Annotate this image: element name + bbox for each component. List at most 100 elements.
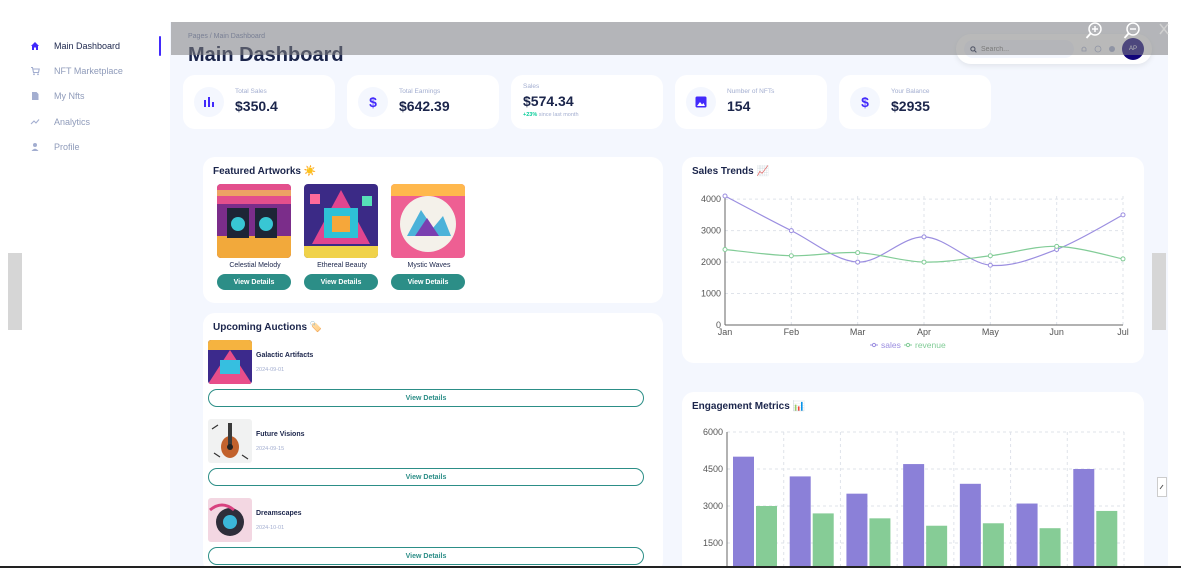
sidebar-item-my-nfts[interactable]: My Nfts: [28, 89, 85, 103]
y-tick-label: 1500: [703, 538, 723, 548]
panel-title: Upcoming Auctions 🏷️: [213, 322, 323, 333]
bottom-bar: [0, 566, 1181, 580]
auction-image[interactable]: [208, 498, 252, 542]
bar: [982, 523, 1004, 566]
bar: [846, 493, 868, 566]
x-tick-label: Apr: [917, 327, 931, 337]
artwork-image[interactable]: [217, 184, 291, 258]
search-field[interactable]: [964, 40, 1074, 58]
y-tick-label: 2000: [701, 257, 721, 267]
bar: [789, 476, 811, 566]
artwork-image[interactable]: [391, 184, 465, 258]
artwork-image[interactable]: [304, 184, 378, 258]
data-point-revenue: [855, 250, 861, 256]
artwork-name: Mystic Waves: [407, 262, 451, 269]
bar: [1073, 469, 1095, 566]
engagement-metrics-chart: 01500300045006000Mystic DawnQuantum Leap…: [703, 427, 1125, 566]
stat-value: $350.4: [235, 98, 278, 114]
view-details-button[interactable]: View Details: [208, 468, 644, 486]
bar: [756, 506, 777, 566]
artwork-card: Mystic Waves View Details: [391, 184, 467, 290]
auction-image[interactable]: [208, 340, 252, 384]
cart-icon: [28, 64, 42, 78]
search-icon: [970, 45, 977, 53]
legend-label: sales: [881, 340, 901, 350]
y-tick-label: 1000: [701, 289, 721, 299]
data-point-sales: [1120, 212, 1126, 218]
view-details-button[interactable]: View Details: [208, 547, 644, 565]
bar: [959, 483, 981, 566]
sidebar: Main Dashboard NFT Marketplace My Nfts A…: [8, 22, 170, 566]
artwork-name: Ethereal Beauty: [317, 262, 367, 269]
window-top-bar: [0, 0, 1181, 22]
data-point-revenue: [1120, 256, 1126, 262]
sales-trends-chart: 01000200030004000Jan Feb Mar Apr May Jun Julsa…: [701, 193, 1129, 350]
data-point-sales: [788, 228, 794, 234]
file-icon: [28, 89, 42, 103]
svg-text:$: $: [369, 95, 377, 109]
zoom-out-icon[interactable]: [1123, 22, 1141, 45]
scroll-handle-left[interactable]: [8, 253, 22, 330]
data-point-sales: [855, 259, 861, 265]
featured-artworks-panel: Featured Artworks ☀️ Celestial Melody Vi…: [203, 157, 663, 303]
stat-change-value: +23%: [523, 112, 538, 118]
dollar-icon: $: [850, 87, 880, 117]
bar: [869, 518, 891, 566]
view-details-button[interactable]: View Details: [304, 274, 378, 290]
trend-icon: [28, 115, 42, 129]
dashboard-app: Main Dashboard NFT Marketplace My Nfts A…: [8, 22, 1168, 566]
info-icon[interactable]: [1093, 45, 1102, 54]
auction-name: Dreamscapes: [256, 510, 302, 517]
sidebar-item-main-dashboard[interactable]: Main Dashboard: [28, 39, 120, 53]
svg-text:$: $: [861, 95, 869, 109]
view-details-button[interactable]: View Details: [208, 389, 644, 407]
y-tick-label: 3000: [701, 226, 721, 236]
sidebar-item-analytics[interactable]: Analytics: [28, 115, 90, 129]
main-content: Pages / Main Dashboard Main Dashboard Se…: [171, 22, 1168, 566]
stat-value: 154: [727, 98, 751, 114]
y-tick-label: 4500: [703, 464, 723, 474]
expand-handle-icon[interactable]: [1157, 477, 1167, 502]
legend-marker: [871, 342, 877, 348]
search-input[interactable]: [981, 45, 1061, 53]
sidebar-item-nft-marketplace[interactable]: NFT Marketplace: [28, 64, 123, 78]
stat-label: Total Sales: [235, 88, 267, 95]
legend-marker: [905, 342, 911, 348]
bar: [1016, 503, 1038, 566]
auction-image[interactable]: [208, 419, 252, 463]
stat-label: Your Balance: [891, 88, 930, 95]
image-icon: [686, 87, 716, 117]
home-icon: [28, 39, 42, 53]
zoom-in-icon[interactable]: [1085, 22, 1103, 45]
stat-value: $2935: [891, 98, 930, 114]
auction-name: Galactic Artifacts: [256, 352, 314, 359]
page-title: Main Dashboard: [188, 44, 344, 66]
close-icon[interactable]: [1158, 22, 1170, 41]
bar: [812, 513, 834, 566]
data-point-revenue: [921, 259, 927, 265]
data-point-revenue: [788, 253, 794, 259]
x-tick-label: Jul: [1117, 327, 1129, 337]
view-details-button[interactable]: View Details: [217, 274, 291, 290]
sidebar-item-label: Main Dashboard: [54, 41, 121, 51]
view-details-button[interactable]: View Details: [391, 274, 465, 290]
data-point-revenue: [987, 253, 993, 259]
x-tick-label: Mar: [850, 327, 866, 337]
active-indicator: [159, 36, 161, 56]
theme-icon[interactable]: [1107, 45, 1116, 54]
data-point-revenue: [1054, 243, 1060, 249]
bell-icon[interactable]: [1079, 45, 1088, 54]
x-tick-label: Feb: [784, 327, 800, 337]
sidebar-item-profile[interactable]: Profile: [28, 140, 80, 154]
x-tick-label: May: [982, 327, 1000, 337]
stat-card-number-of-nfts: Number of NFTs 154: [675, 75, 827, 129]
scroll-handle-right[interactable]: [1152, 253, 1166, 330]
stat-card-sales: Sales $574.34 +23% since last month: [511, 75, 663, 129]
x-tick-label: Jun: [1049, 327, 1064, 337]
auction-date: 2024-10-01: [256, 525, 285, 531]
stat-card-your-balance: $ Your Balance $2935: [839, 75, 991, 129]
sidebar-item-label: NFT Marketplace: [54, 66, 123, 76]
upcoming-auctions-panel: Upcoming Auctions 🏷️ Galactic Artifacts …: [203, 313, 663, 566]
sidebar-item-label: Analytics: [54, 117, 91, 127]
breadcrumb[interactable]: Pages / Main Dashboard: [188, 33, 265, 40]
